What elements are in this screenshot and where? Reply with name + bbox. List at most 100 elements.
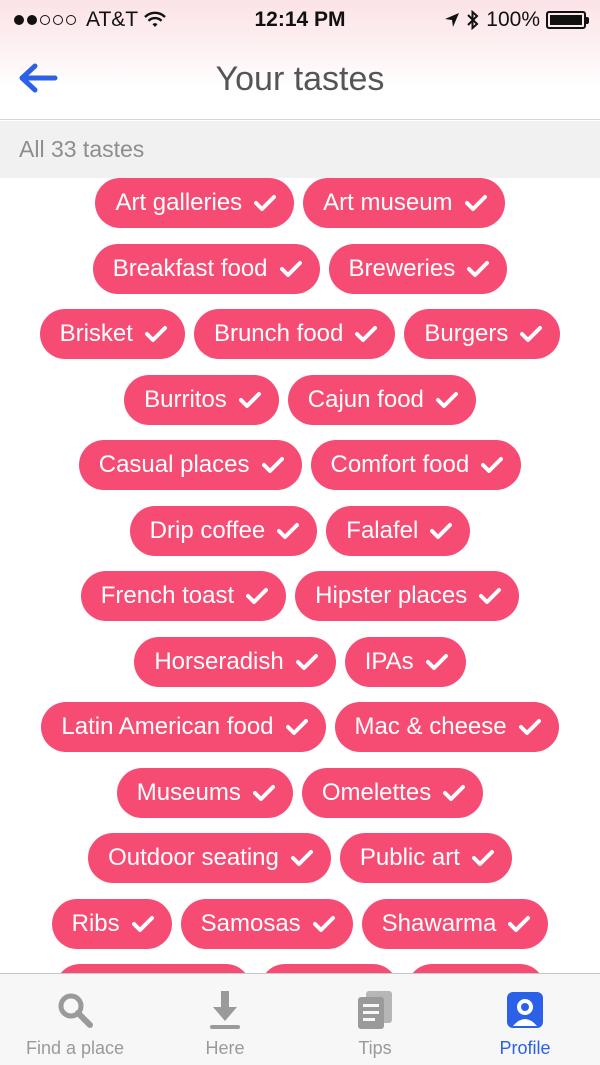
taste-label: Falafel: [346, 516, 419, 544]
taste-pill[interactable]: Cajun food: [287, 374, 476, 425]
taste-label: Breakfast food: [112, 254, 268, 282]
taste-pill[interactable]: Art galleries: [95, 178, 295, 228]
checkmark-icon: [464, 194, 487, 212]
taste-label: Brunch food: [213, 320, 344, 347]
checkmark-icon: [285, 718, 308, 736]
taste-label: Public art: [359, 844, 460, 871]
back-button[interactable]: [16, 58, 60, 98]
taste-pill[interactable]: Art museum: [303, 178, 505, 228]
checkmark-icon: [425, 653, 448, 671]
taste-label: Latin American food: [61, 713, 274, 740]
tab-label: Profile: [499, 1038, 551, 1058]
taste-pill[interactable]: Burritos: [124, 374, 279, 425]
taste-row: Horseradish IPAs: [0, 636, 600, 689]
download-arrow-icon: [207, 988, 243, 1032]
taste-pill[interactable]: Outdoor seating: [88, 833, 331, 883]
checkmark-icon: [518, 718, 541, 736]
taste-label: Ribs: [71, 909, 120, 937]
taste-pill[interactable]: [55, 964, 251, 973]
taste-pill[interactable]: [407, 964, 545, 973]
checkmark-icon: [252, 784, 275, 802]
section-header: All 33 tastes: [0, 121, 600, 178]
taste-pill[interactable]: Mac & cheese: [334, 702, 559, 752]
checkmark-icon: [279, 260, 302, 278]
taste-pill[interactable]: Breweries: [328, 243, 508, 294]
nav-bar: Your tastes: [0, 40, 600, 120]
taste-label: French toast: [100, 582, 235, 609]
taste-pill[interactable]: Ribs: [51, 898, 172, 949]
checkmark-icon: [443, 784, 466, 802]
taste-pill[interactable]: Latin American food: [41, 702, 326, 752]
taste-pill[interactable]: [260, 964, 398, 973]
taste-pill[interactable]: Hipster places: [295, 571, 520, 621]
wifi-icon: [144, 11, 166, 27]
taste-row: Ribs Samosas Shawarma: [0, 898, 600, 951]
taste-pill[interactable]: IPAs: [344, 636, 466, 687]
checkmark-icon: [238, 391, 261, 409]
taste-label: Samosas: [200, 909, 301, 937]
location-arrow-icon: [445, 13, 460, 27]
tips-icon: [354, 988, 396, 1032]
checkmark-icon: [355, 325, 378, 343]
battery-percent: 100%: [486, 8, 540, 31]
tastes-count-label: All 33 tastes: [19, 136, 145, 162]
taste-row: Brisket Brunch food Burgers: [0, 309, 600, 361]
taste-label: Art museum: [323, 189, 453, 216]
bluetooth-icon: [467, 10, 479, 30]
battery-icon: [546, 11, 589, 29]
checkmark-icon: [479, 587, 502, 605]
taste-label: Art galleries: [115, 189, 243, 216]
taste-label: Casual places: [98, 451, 250, 478]
checkmark-icon: [508, 915, 531, 933]
taste-pill[interactable]: Public art: [339, 833, 512, 883]
taste-pill[interactable]: Brunch food: [193, 309, 396, 359]
tab-find-a-place[interactable]: Find a place: [0, 974, 150, 1065]
taste-row: Burritos Cajun food: [0, 374, 600, 427]
taste-pill[interactable]: Drip coffee: [129, 505, 318, 556]
taste-label: Horseradish: [154, 647, 284, 675]
checkmark-icon: [277, 522, 300, 540]
checkmark-icon: [481, 456, 504, 474]
taste-row: Art galleries Art museum: [0, 178, 600, 230]
taste-row: Breakfast food Breweries: [0, 243, 600, 296]
tab-profile[interactable]: Profile: [450, 974, 600, 1065]
taste-pill[interactable]: Casual places: [78, 440, 302, 490]
checkmark-icon: [295, 653, 318, 671]
checkmark-icon: [254, 194, 277, 212]
taste-pill[interactable]: Horseradish: [134, 636, 336, 687]
taste-row: Outdoor seating Public art: [0, 833, 600, 885]
taste-row: Drip coffee Falafel: [0, 505, 600, 558]
checkmark-icon: [290, 849, 313, 867]
taste-pill[interactable]: Falafel: [326, 505, 471, 556]
taste-pill[interactable]: French toast: [80, 571, 287, 621]
checkmark-icon: [435, 391, 458, 409]
taste-label: IPAs: [364, 647, 414, 675]
taste-pill[interactable]: Shawarma: [361, 898, 549, 949]
taste-pill[interactable]: Brisket: [39, 309, 185, 359]
status-bar: AT&T 12:14 PM 100%: [0, 0, 600, 40]
tab-label: Here: [205, 1038, 245, 1058]
checkmark-icon: [144, 325, 167, 343]
checkmark-icon: [246, 587, 269, 605]
tab-tips[interactable]: Tips: [300, 974, 450, 1065]
taste-label: Shawarma: [381, 909, 497, 937]
taste-pill[interactable]: Burgers: [404, 309, 561, 359]
taste-pill[interactable]: Museums: [116, 767, 293, 818]
checkmark-icon: [467, 260, 490, 278]
profile-icon: [505, 988, 545, 1032]
taste-label: Brisket: [59, 320, 133, 347]
taste-label: Burgers: [424, 320, 509, 347]
taste-pill[interactable]: Omelettes: [301, 767, 484, 818]
checkmark-icon: [430, 522, 453, 540]
taste-row-partial: [0, 964, 600, 973]
signal-strength-icon: [14, 15, 76, 25]
taste-pill[interactable]: Comfort food: [310, 440, 522, 490]
taste-pill[interactable]: Samosas: [180, 898, 353, 949]
taste-label: Hipster places: [315, 582, 468, 609]
tab-here[interactable]: Here: [150, 974, 300, 1065]
taste-label: Breweries: [348, 254, 456, 282]
tab-label: Tips: [358, 1038, 392, 1058]
taste-pill[interactable]: Breakfast food: [92, 243, 320, 294]
taste-row: French toast Hipster places: [0, 571, 600, 623]
page-title: Your tastes: [215, 60, 385, 98]
